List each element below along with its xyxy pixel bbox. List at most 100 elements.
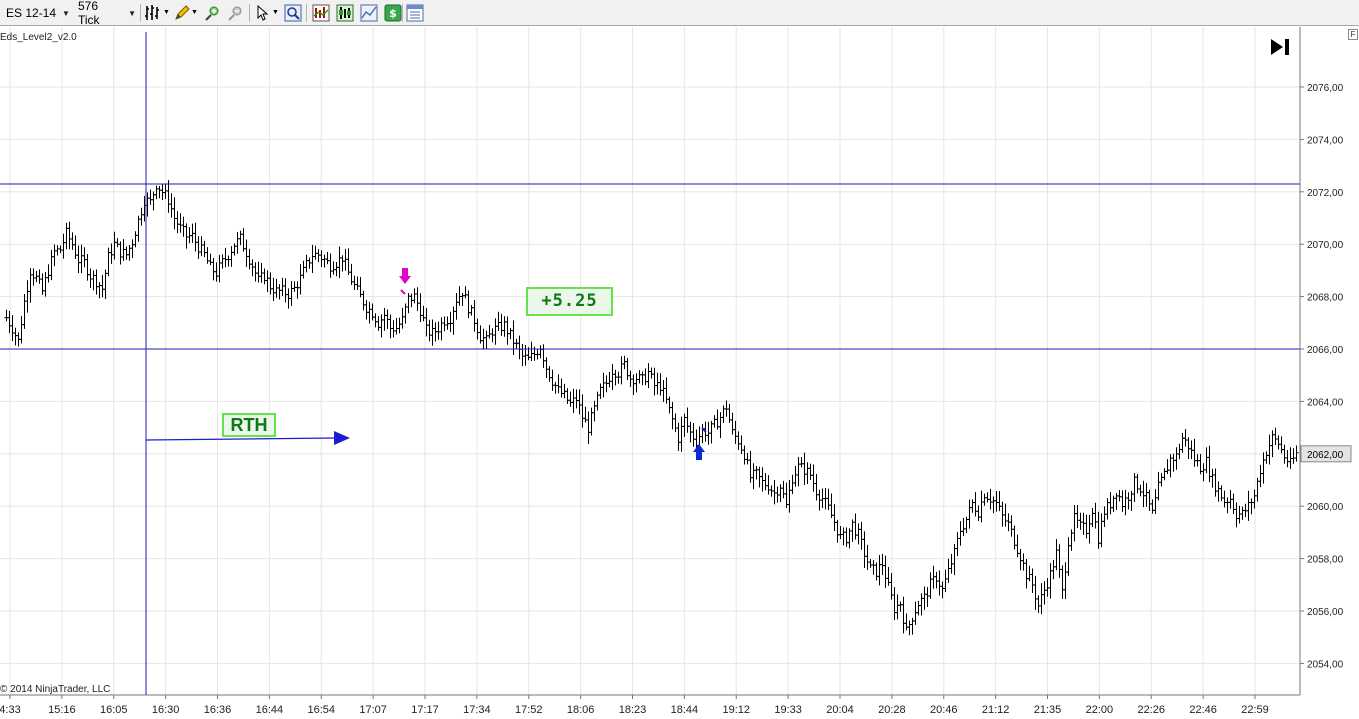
ohlc-bar xyxy=(64,222,69,250)
ohlc-bar xyxy=(1024,558,1029,589)
ohlc-bar xyxy=(85,254,90,281)
ohlc-bar xyxy=(634,373,639,393)
ohlc-bar xyxy=(1120,490,1125,512)
ohlc-bar xyxy=(652,367,657,396)
time-tick-label: 17:52 xyxy=(515,704,543,716)
ohlc-bar xyxy=(991,496,996,514)
ohlc-bar xyxy=(445,316,450,330)
ohlc-bar xyxy=(751,463,756,490)
price-axis[interactable]: 2054,00 2056,00 2058,00 2060,00 2062,00 2064,… xyxy=(1299,27,1352,695)
ohlc-bar xyxy=(895,594,900,620)
ohlc-bar xyxy=(1258,464,1263,488)
ohlc-bar xyxy=(733,420,738,444)
current-price-label: 2062,00 xyxy=(1307,450,1344,461)
ohlc-bar xyxy=(640,371,645,386)
strategies-button[interactable] xyxy=(335,3,355,23)
ohlc-bar xyxy=(616,371,621,384)
ohlc-bar xyxy=(1033,575,1038,611)
ohlc-bar xyxy=(1003,503,1008,527)
bar-type-button[interactable] xyxy=(144,3,164,23)
ohlc-bar xyxy=(1090,508,1095,528)
ohlc-bar xyxy=(292,281,297,292)
ohlc-bar xyxy=(625,357,630,380)
chevron-down-icon[interactable]: ▼ xyxy=(163,9,170,16)
ohlc-bar xyxy=(79,244,84,274)
toolbar-divider xyxy=(249,4,250,22)
ohlc-bar xyxy=(310,244,315,274)
ohlc-bar xyxy=(94,269,99,295)
ohlc-bar xyxy=(169,193,174,218)
ohlc-bar xyxy=(1009,515,1014,537)
ohlc-bar xyxy=(886,567,891,586)
money-button[interactable]: $ xyxy=(383,3,403,23)
chevron-down-icon[interactable]: ▼ xyxy=(191,9,198,16)
ohlc-bar xyxy=(1135,473,1140,494)
ohlc-bar xyxy=(46,264,51,283)
ohlc-bar xyxy=(502,316,507,337)
ohlc-bar xyxy=(1261,452,1266,484)
zoom-out-button[interactable] xyxy=(225,3,245,23)
ohlc-bar xyxy=(1054,539,1059,571)
time-tick-label: 16:30 xyxy=(152,704,180,716)
magnifier-button[interactable] xyxy=(283,3,303,23)
f-button[interactable]: F xyxy=(1348,29,1358,40)
ohlc-bar xyxy=(520,343,525,367)
cursor-button[interactable] xyxy=(253,3,273,23)
ohlc-bar xyxy=(118,241,123,265)
ohlc-bar xyxy=(253,262,258,282)
ohlc-bar xyxy=(742,445,747,465)
instrument-selector[interactable]: ES 12-14 ▼ xyxy=(6,3,72,23)
time-axis[interactable]: 4:33 15:16 16:05 16:30 16:36 16:44 16:54 17:07 1… xyxy=(0,694,1300,716)
ohlc-bar xyxy=(124,246,129,260)
ohlc-bar xyxy=(412,288,417,304)
price-tick-label: 2072,00 xyxy=(1307,188,1344,199)
zoom-in-icon xyxy=(205,6,219,21)
data-box-icon xyxy=(406,4,424,22)
instrument-label: ES 12-14 xyxy=(6,6,57,20)
ohlc-bar xyxy=(865,544,870,571)
ohlc-bar xyxy=(574,389,579,409)
ohlc-bar xyxy=(1141,480,1146,508)
ohlc-bar xyxy=(1201,463,1206,482)
data-box-button[interactable] xyxy=(405,3,425,23)
interval-label: 576 Tick xyxy=(78,0,100,27)
ohlc-bar xyxy=(466,290,471,319)
time-tick-label: 17:17 xyxy=(411,704,439,716)
drawing-tool-button[interactable] xyxy=(172,3,192,23)
ohlc-bar xyxy=(388,314,393,339)
time-tick-label: 20:28 xyxy=(878,704,906,716)
ohlc-bar xyxy=(376,316,381,331)
interval-selector[interactable]: 576 Tick ▼ xyxy=(78,0,136,27)
ohlc-bar xyxy=(112,231,117,260)
ohlc-bar xyxy=(550,369,555,391)
price-tick-label: 2056,00 xyxy=(1307,607,1344,618)
ohlc-bar xyxy=(994,491,999,512)
ohlc-bar xyxy=(1042,581,1047,605)
rth-label[interactable]: RTH xyxy=(222,413,276,437)
ohlc-bar xyxy=(70,232,75,250)
chart-properties-button[interactable] xyxy=(359,3,379,23)
ohlc-bar xyxy=(1087,514,1092,544)
ohlc-bar xyxy=(868,559,873,568)
indicators-icon xyxy=(312,4,330,22)
price-chart[interactable]: 2054,00 2056,00 2058,00 2060,00 2062,00 2064,… xyxy=(0,27,1359,719)
chevron-down-icon[interactable]: ▼ xyxy=(272,9,279,16)
ohlc-bar xyxy=(448,311,453,333)
profit-label[interactable]: +5.25 xyxy=(526,287,613,316)
ohlc-bar xyxy=(514,338,519,350)
ohlc-bar xyxy=(487,324,492,339)
ohlc-bar xyxy=(337,246,342,279)
ohlc-bar xyxy=(1030,568,1035,593)
chart-toolbar: ES 12-14 ▼ 576 Tick ▼ ▼ ▼ ▼ $ xyxy=(0,0,1359,27)
zoom-in-button[interactable] xyxy=(202,3,222,23)
time-tick-label: 22:59 xyxy=(1241,704,1269,716)
price-tick-label: 2066,00 xyxy=(1307,345,1344,356)
ohlc-bar xyxy=(649,367,654,379)
bar-type-icon xyxy=(145,5,159,20)
indicators-button[interactable] xyxy=(311,3,331,23)
chart-grid xyxy=(0,27,1300,695)
ohlc-bar xyxy=(1225,497,1230,514)
scroll-to-end-button[interactable] xyxy=(1268,36,1292,58)
ohlc-bar xyxy=(172,197,177,230)
ohlc-bar xyxy=(799,457,804,468)
